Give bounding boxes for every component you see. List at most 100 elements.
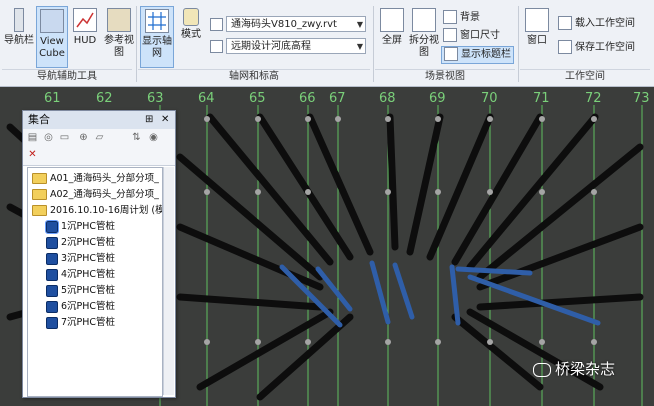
grid-number: 68 [379, 91, 396, 106]
fullscreen-icon [380, 8, 404, 32]
save-workspace-icon [558, 40, 572, 54]
grid-number: 65 [249, 91, 266, 106]
nav-group-title: 导航辅助工具 [2, 69, 132, 84]
new-folder-icon[interactable]: ▭ [58, 132, 71, 144]
tree-label: 6沉PHC管桩 [61, 301, 116, 312]
window-size-button[interactable]: 窗口尺寸 [443, 28, 500, 44]
viewcube-button[interactable]: View Cube [36, 6, 68, 68]
hud-icon [73, 8, 97, 32]
tree-item[interactable]: 5沉PHC管桩 [46, 284, 115, 298]
grid-lines-icon [148, 12, 166, 30]
grid-number: 69 [429, 91, 446, 106]
split-view-button[interactable]: 拆分视图 [409, 6, 439, 66]
selection-set-icon [46, 300, 58, 313]
tree-item[interactable]: 7沉PHC管桩 [46, 316, 115, 330]
background-label: 背景 [460, 12, 480, 23]
pin-icon[interactable]: ⊞ [145, 111, 153, 129]
sets-panel-titlebar: 集合 ⊞ ✕ [23, 111, 175, 129]
ribbon-separator [518, 6, 519, 82]
window-icon [525, 8, 549, 32]
window-button[interactable]: 窗口 [522, 6, 552, 66]
grid-number: 70 [481, 91, 498, 106]
show-title-button[interactable]: 显示标题栏 [441, 46, 514, 64]
import-export-icon[interactable]: ◉ [147, 132, 160, 144]
grid-number: 63 [147, 91, 164, 106]
window-size-label: 窗口尺寸 [460, 30, 500, 41]
sets-panel-toolbar: ▤ ◎ ▭ ⊕ ▱ ⇅ ◉ ✕ [23, 129, 175, 166]
save-selection-icon[interactable]: ▤ [26, 132, 39, 144]
level-icon [210, 40, 223, 53]
mode-label: 模式 [181, 29, 201, 40]
sets-tree: A01_通海码头_分部分项_ A02_通海码头_分部分项_ 2016.10.10… [27, 167, 163, 397]
reference-view-button[interactable]: 参考视图 [104, 6, 134, 66]
viewcube-icon [40, 9, 64, 33]
hud-label: HUD [73, 35, 97, 46]
window-size-icon [443, 28, 457, 42]
grid-number: 72 [585, 91, 602, 106]
selection-set-icon [46, 268, 58, 281]
sets-panel: 集合 ⊞ ✕ ▤ ◎ ▭ ⊕ ▱ ⇅ ◉ ✕ A01_通海码头_分部分项_ A0… [22, 110, 176, 398]
tree-label: 5沉PHC管桩 [61, 285, 116, 296]
grid-levels-group: 显示轴网 模式 通海码头V810_zwy.rvt ▼ 远期设计河底高程 ▼ 轴网… [138, 4, 370, 84]
mode-button[interactable]: 模式 [176, 6, 206, 66]
split-view-icon [412, 8, 436, 32]
navbar-label: 导航栏 [4, 35, 34, 46]
navbar-button[interactable]: 导航栏 [4, 6, 34, 66]
tree-label: 3沉PHC管桩 [61, 253, 116, 264]
viewcube-label: View Cube [39, 36, 65, 59]
save-workspace-button[interactable]: 保存工作空间 [558, 40, 635, 56]
folder-icon [32, 189, 47, 200]
chevron-down-icon: ▼ [356, 20, 363, 29]
level-combo[interactable]: 远期设计河底高程 ▼ [226, 38, 366, 54]
selection-set-icon [45, 219, 59, 234]
reference-view-label: 参考视图 [104, 35, 134, 58]
background-icon [443, 10, 457, 24]
tree-item[interactable]: 6沉PHC管桩 [46, 300, 115, 314]
file-combo-value: 通海码头V810_zwy.rvt [231, 19, 337, 30]
sort-icon[interactable]: ⇅ [130, 132, 143, 144]
lock-icon [183, 8, 199, 26]
title-bar-icon [444, 47, 458, 61]
hud-button[interactable]: HUD [70, 6, 100, 66]
tree-label: A01_通海码头_分部分项_ [50, 173, 159, 184]
file-combo[interactable]: 通海码头V810_zwy.rvt ▼ [226, 16, 366, 32]
load-workspace-icon [558, 16, 572, 30]
folder-open-icon [32, 205, 47, 216]
comment-icon[interactable]: ▱ [93, 132, 106, 144]
wechat-icon [533, 362, 551, 377]
tree-item[interactable]: 4沉PHC管桩 [46, 268, 115, 282]
show-title-label: 显示标题栏 [461, 49, 511, 60]
tree-label: 4沉PHC管桩 [61, 269, 116, 280]
tree-item[interactable]: 2沉PHC管桩 [46, 236, 115, 250]
save-search-icon[interactable]: ◎ [42, 132, 55, 144]
fullscreen-label: 全屏 [382, 35, 402, 46]
ribbon-separator [136, 6, 137, 82]
tree-folder[interactable]: A02_通海码头_分部分项_ [32, 188, 159, 202]
tree-item[interactable]: 1沉PHC管桩 [45, 219, 116, 234]
workspace-group: 窗口 载入工作空间 保存工作空间 工作空间 [520, 4, 650, 84]
tree-label: 2沉PHC管桩 [61, 237, 116, 248]
selection-set-icon [46, 316, 58, 329]
load-workspace-button[interactable]: 载入工作空间 [558, 16, 635, 32]
tree-label: 1沉PHC管桩 [61, 221, 116, 232]
close-icon[interactable]: ✕ [161, 111, 169, 129]
tree-label: 7沉PHC管桩 [61, 317, 116, 328]
save-workspace-label: 保存工作空间 [575, 42, 635, 53]
fullscreen-button[interactable]: 全屏 [377, 6, 407, 66]
load-workspace-label: 载入工作空间 [575, 18, 635, 29]
background-button[interactable]: 背景 [443, 10, 480, 26]
tree-folder[interactable]: A01_通海码头_分部分项_ [32, 172, 159, 186]
add-copy-icon[interactable]: ⊕ [77, 132, 90, 144]
show-grid-button[interactable]: 显示轴网 [140, 6, 174, 68]
window-label: 窗口 [527, 35, 547, 46]
blue-piles [279, 260, 601, 328]
ribbon-separator [373, 6, 374, 82]
workspace-group-title: 工作空间 [520, 69, 650, 84]
delete-icon[interactable]: ✕ [26, 149, 39, 161]
grid-number-bar: 61 62 63 64 65 66 67 68 69 70 71 72 73 [0, 88, 654, 108]
tree-folder[interactable]: 2016.10.10-16周计划 (模) [32, 204, 162, 218]
chevron-down-icon: ▼ [356, 42, 363, 51]
selection-set-icon [46, 252, 58, 265]
tree-scrollbar[interactable] [163, 167, 174, 395]
tree-item[interactable]: 3沉PHC管桩 [46, 252, 115, 266]
